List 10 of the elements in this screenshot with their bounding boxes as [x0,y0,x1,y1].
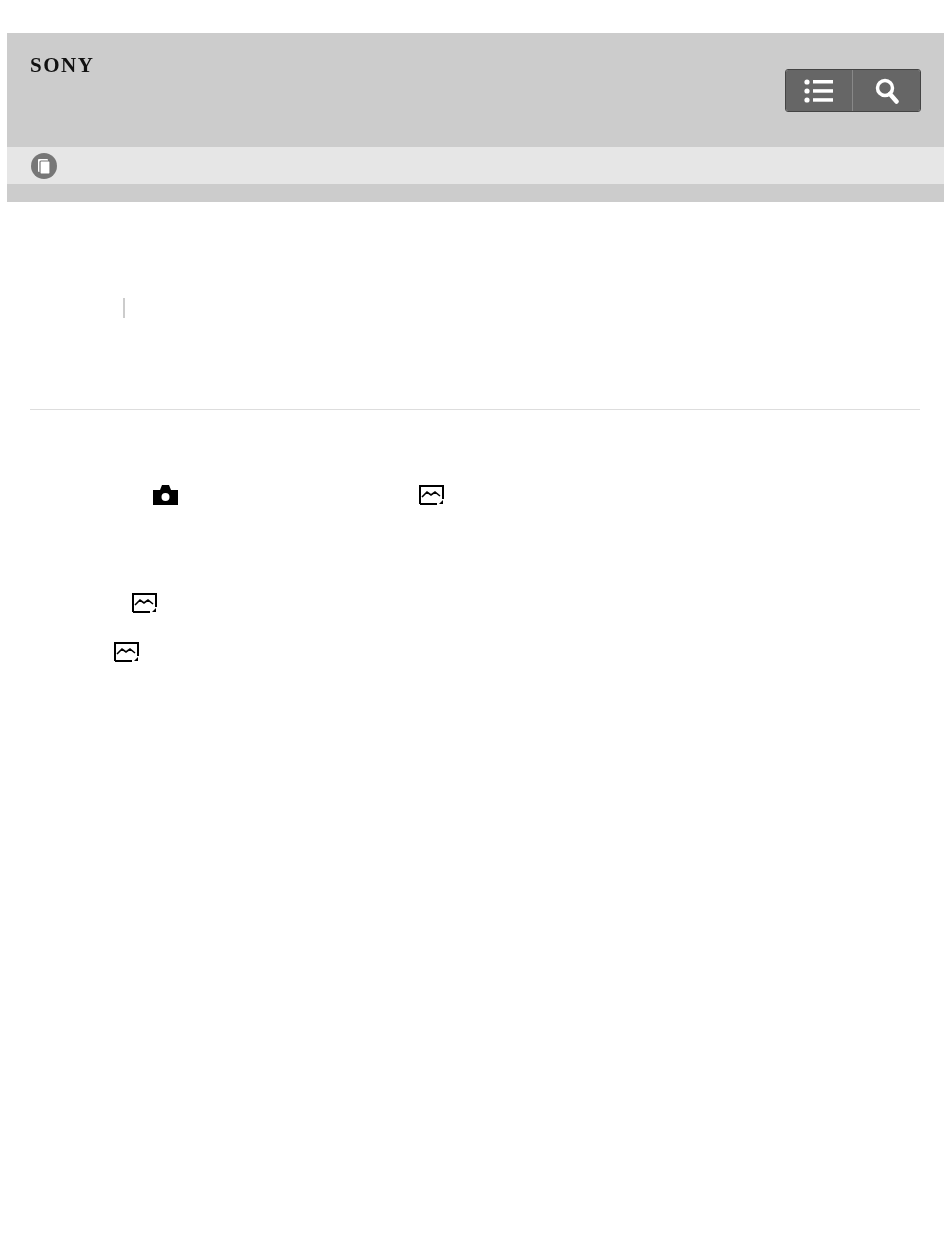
search-button[interactable] [853,70,920,111]
image-icon [132,593,157,613]
manual-icon[interactable] [31,152,57,179]
camera-icon [153,485,178,505]
image-icon [114,642,139,662]
brand-logo: SONY [30,53,95,78]
search-icon [874,77,899,104]
image-icon [419,485,444,505]
contents-button[interactable] [786,70,853,111]
list-icon [804,78,834,103]
